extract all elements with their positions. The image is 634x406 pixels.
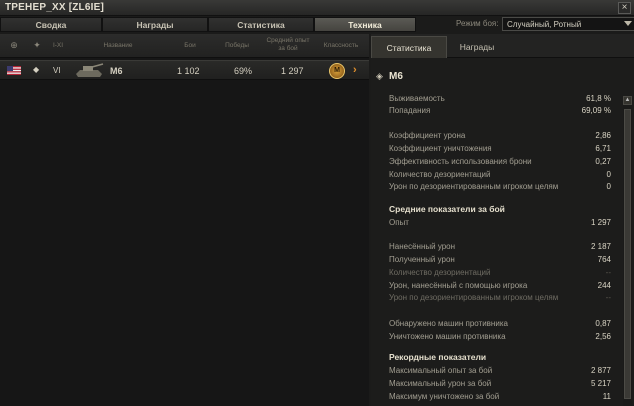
heavy-tank-icon: ◈ [376,71,383,81]
battle-mode-value: Случайный, Ротный [507,20,582,29]
main-tabs: Сводка Награды Статистика Техника [0,16,420,33]
tab-awards[interactable]: Награды [102,17,208,32]
stat-row: Уничтожено машин противника 2,56 [389,332,611,341]
section-records-title: Рекордные показатели [389,352,487,362]
stat-row: Полученный урон 764 [389,255,611,264]
col-avg-xp[interactable]: Средний опыт за бой [263,37,313,53]
stat-row: Обнаружено машин противника 0,87 [389,319,611,328]
stat-row: Максимальный опыт за бой 2 877 [389,366,611,375]
mastery-badge-icon: M [329,63,345,79]
stat-row: Выживаемость 61,8 % [389,94,611,103]
type-sort-icon[interactable]: ✦ [32,40,42,50]
battle-mode-label: Режим боя: [456,19,499,28]
battle-mode: Режим боя: Случайный, Ротный [420,16,634,33]
tab-details-statistics[interactable]: Статистика [371,36,447,58]
tank-silhouette-icon [76,63,104,77]
stat-row: Максимальный урон за бой 5 217 [389,379,611,388]
battle-mode-select[interactable]: Случайный, Ротный [502,17,634,31]
stat-row: Количество дезориентаций 0 [389,170,611,179]
chevron-down-icon [624,21,632,26]
stat-row: Эффективность использования брони 0,27 [389,157,611,166]
stat-row: Коэффициент уничтожения 6,71 [389,144,611,153]
stat-row: Максимум уничтожено за бой 11 [389,392,611,401]
vehicle-name: M6 [110,66,123,76]
vehicle-details-panel: Статистика Награды ◈ M6 Выживаемость 61,8… [371,34,634,406]
usa-flag-icon [7,66,21,75]
col-tier[interactable]: I-XI [50,42,66,49]
vehicle-wins: 69% [234,66,253,76]
stat-row: Количество дезориентаций -- [389,268,611,277]
stat-row: Нанесённый урон 2 187 [389,242,611,251]
details-scrollbar[interactable]: ▲ [623,96,632,406]
vehicle-row[interactable]: ◆ VI M6 1 102 69% 1 297 M › [0,60,369,80]
tab-statistics[interactable]: Статистика [208,17,314,32]
details-vehicle-name: M6 [389,71,403,82]
col-mastery[interactable]: Классность [321,42,361,49]
stat-row: Опыт 1 297 [389,218,611,227]
scroll-up-icon[interactable]: ▲ [623,96,632,105]
col-battles[interactable]: Бои [180,42,200,49]
details-tabs: Статистика Награды [371,34,634,58]
nation-sort-icon[interactable]: ⊕ [9,40,19,50]
stat-row: Урон, нанесённый с помощью игрока 244 [389,281,611,290]
tab-summary[interactable]: Сводка [0,17,102,32]
window-title: ТРЕНЕР_XX [ZL6IE] [5,2,104,13]
heavy-tank-icon: ◆ [33,65,40,74]
stat-row: Урон по дезориентированным игроком целям… [389,293,611,302]
chevron-right-icon[interactable]: › [353,64,357,76]
vehicle-tier: VI [53,66,61,75]
stat-row: Коэффициент урона 2,86 [389,131,611,140]
tab-details-awards[interactable]: Награды [447,36,507,58]
tab-vehicles[interactable]: Техника [314,17,416,32]
vehicle-avg-xp: 1 297 [281,66,304,76]
close-button[interactable]: × [618,2,631,14]
vehicle-battles: 1 102 [177,66,200,76]
details-stats: ◈ M6 Выживаемость 61,8 % Попадания 69,09 %… [371,60,634,406]
col-name[interactable]: Название [98,42,138,49]
scroll-thumb[interactable] [624,109,631,399]
section-average-title: Средние показатели за бой [389,204,505,214]
vehicle-list-header: ⊕ ✦ I-XI Название Бои Победы Средний опы… [0,34,369,58]
stat-row: Попадания 69,09 % [389,106,611,115]
vehicle-list-panel: ⊕ ✦ I-XI Название Бои Победы Средний опы… [0,34,369,406]
col-wins[interactable]: Победы [222,42,252,49]
stat-row: Урон по дезориентированным игроком целям… [389,182,611,191]
window-titlebar: ТРЕНЕР_XX [ZL6IE] × [0,0,634,16]
